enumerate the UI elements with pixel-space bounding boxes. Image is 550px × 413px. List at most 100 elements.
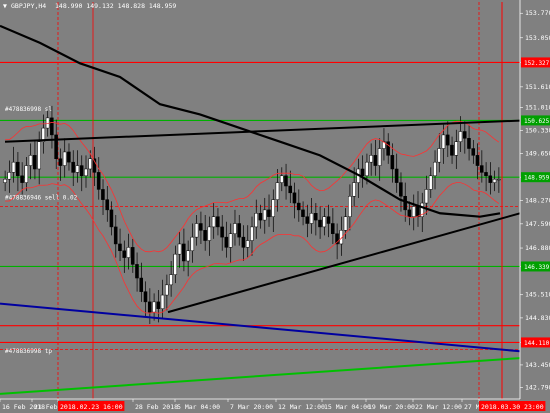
candle-body bbox=[458, 131, 463, 142]
candle-body bbox=[411, 206, 416, 217]
y-tick-label: 147.590 bbox=[525, 220, 550, 228]
candle-body bbox=[139, 277, 144, 292]
candle-body bbox=[228, 233, 233, 248]
candle-body bbox=[88, 158, 92, 170]
candle-body bbox=[454, 141, 458, 156]
candle-body bbox=[211, 216, 216, 228]
candle-body bbox=[58, 158, 63, 166]
candle-body bbox=[250, 226, 254, 241]
price-chart[interactable]: #478836998 sl #478836946 sell 0.02 #478836… bbox=[0, 0, 550, 413]
candle-body bbox=[424, 189, 429, 204]
candle-body bbox=[20, 175, 24, 183]
candle-body bbox=[126, 247, 131, 258]
candle-body bbox=[96, 172, 101, 190]
candle-body bbox=[37, 141, 41, 170]
candle-body bbox=[348, 195, 352, 217]
candle-body bbox=[207, 226, 212, 241]
candle-body bbox=[488, 175, 493, 183]
candle-body bbox=[152, 301, 156, 313]
candle-body bbox=[416, 206, 420, 217]
price-tag-label: 150.625 bbox=[524, 118, 550, 125]
candle-body bbox=[377, 148, 382, 166]
candle-body bbox=[301, 209, 305, 217]
candle-body bbox=[143, 291, 148, 303]
x-tick-label: 22 Mar 12:00 bbox=[415, 403, 462, 411]
candle-body bbox=[118, 243, 122, 252]
y-tick-label: 144.830 bbox=[525, 314, 550, 322]
candle-body bbox=[130, 247, 135, 265]
candle-body bbox=[109, 209, 114, 228]
candle-body bbox=[373, 155, 378, 166]
candle-body bbox=[386, 141, 390, 156]
price-tag-label: 152.327 bbox=[524, 60, 550, 67]
candle-body bbox=[407, 209, 412, 217]
candle-body bbox=[190, 236, 195, 252]
candle-body bbox=[496, 178, 501, 181]
candle-body bbox=[203, 230, 207, 241]
y-tick-label: 145.510 bbox=[525, 291, 550, 299]
candle-body bbox=[479, 165, 484, 173]
candle-body bbox=[318, 219, 322, 228]
x-tick-label: 28 Feb 2018 bbox=[135, 403, 178, 411]
x-tick-label: 5 Mar 04:00 bbox=[177, 403, 220, 411]
candle-body bbox=[275, 182, 280, 200]
candle-body bbox=[54, 134, 58, 160]
y-tick-label: 150.330 bbox=[525, 126, 550, 134]
candle-body bbox=[369, 155, 373, 163]
candle-body bbox=[220, 226, 224, 238]
candle-body bbox=[75, 165, 80, 173]
header-symbol: GBPJPY,H4 bbox=[11, 2, 46, 10]
candle-body bbox=[292, 192, 297, 204]
candle-body bbox=[245, 240, 250, 248]
candle-body bbox=[101, 189, 105, 200]
y-tick-label: 149.650 bbox=[525, 150, 550, 158]
candle-body bbox=[433, 161, 437, 177]
candle-body bbox=[199, 223, 203, 231]
candle-body bbox=[262, 209, 267, 221]
candle-body bbox=[343, 216, 348, 231]
x-tick-label: 21 Feb bbox=[34, 403, 58, 411]
y-tick-label: 153.770 bbox=[525, 9, 550, 17]
y-tick-label: 148.270 bbox=[525, 197, 550, 205]
candle-body bbox=[16, 161, 20, 177]
candle-body bbox=[330, 223, 335, 234]
candle-body bbox=[390, 155, 395, 170]
candle-body bbox=[84, 168, 88, 177]
candle-body bbox=[164, 284, 169, 296]
x-tick-label: 15 Mar 04:00 bbox=[324, 403, 371, 411]
candle-body bbox=[254, 213, 258, 228]
candle-body bbox=[428, 175, 433, 190]
candle-body bbox=[441, 134, 446, 149]
y-tick-label: 146.880 bbox=[525, 244, 550, 252]
candle-body bbox=[288, 185, 292, 194]
candle-body bbox=[296, 202, 301, 211]
candle-body bbox=[267, 209, 271, 217]
candle-body bbox=[352, 182, 356, 197]
y-tick-label: 151.010 bbox=[525, 103, 550, 111]
candle-body bbox=[313, 213, 318, 221]
price-tag-label: 148.959 bbox=[524, 175, 550, 182]
candle-body bbox=[182, 243, 186, 262]
candle-body bbox=[233, 223, 237, 234]
y-tick-label: 142.790 bbox=[525, 383, 550, 391]
candle-body bbox=[160, 294, 165, 309]
candle-body bbox=[399, 182, 403, 197]
candle-body bbox=[28, 155, 33, 166]
candle-body bbox=[258, 213, 263, 221]
candle-body bbox=[394, 168, 399, 183]
candle-body bbox=[271, 199, 275, 217]
order-label: #478836998 tp bbox=[5, 348, 52, 355]
candle-body bbox=[11, 161, 16, 173]
price-tag-label: 144.110 bbox=[524, 340, 550, 347]
candle-body bbox=[284, 175, 288, 187]
candle-body bbox=[445, 134, 450, 146]
candle-body bbox=[113, 226, 118, 245]
candle-body bbox=[186, 250, 190, 262]
candle-body bbox=[156, 301, 161, 309]
candle-body bbox=[177, 243, 182, 255]
candle-body bbox=[467, 138, 471, 149]
candle-body bbox=[237, 223, 241, 238]
candle-body bbox=[67, 151, 71, 163]
candle-body bbox=[50, 117, 54, 136]
candle-body bbox=[322, 216, 327, 228]
